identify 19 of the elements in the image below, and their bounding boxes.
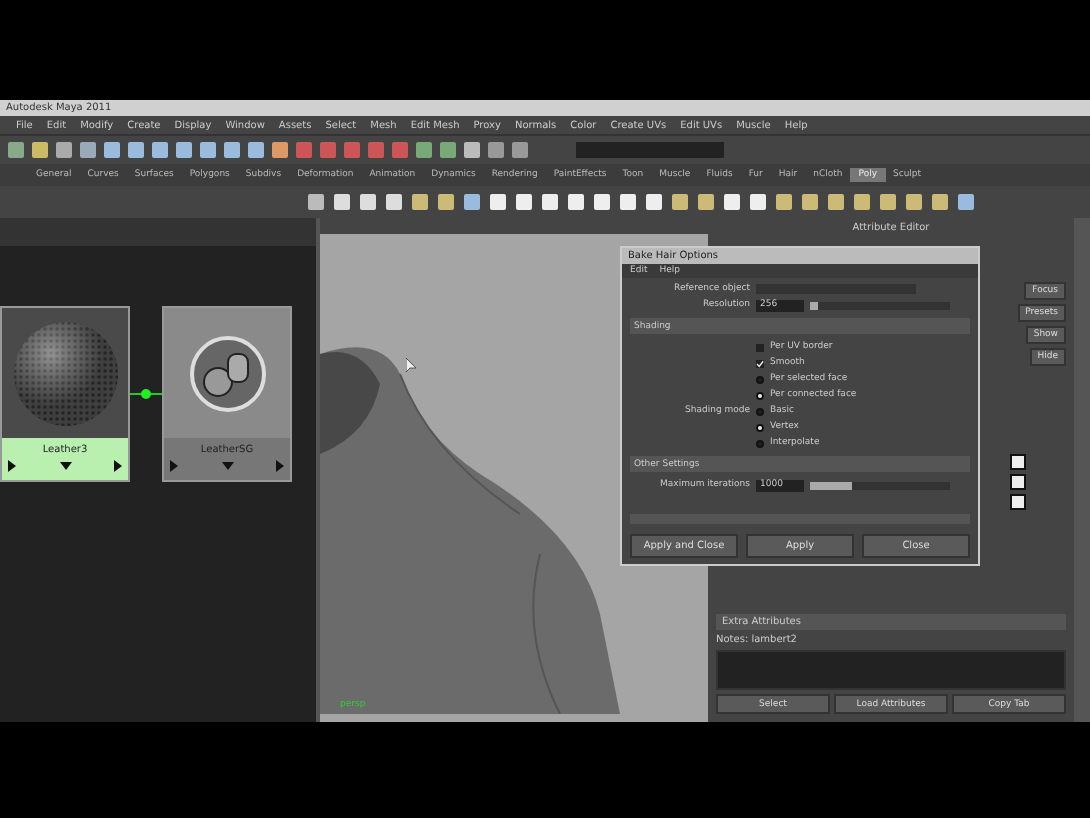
connection-line: [130, 388, 162, 400]
cursor-icon: [406, 358, 416, 372]
input-field[interactable]: [576, 142, 724, 158]
checkbox[interactable]: [1010, 474, 1026, 490]
radio-button[interactable]: [756, 407, 764, 415]
checkbox[interactable]: [1010, 454, 1026, 470]
radio-button[interactable]: [756, 391, 764, 399]
radio-button[interactable]: [756, 423, 764, 431]
notes-field[interactable]: [716, 650, 1066, 690]
radio-button[interactable]: [756, 439, 764, 447]
port-arrow-icon[interactable]: [59, 460, 71, 472]
port-arrow-icon[interactable]: [6, 460, 18, 472]
slider-track[interactable]: [810, 481, 950, 489]
shading-group-icon: [187, 333, 267, 413]
sphere-swatch-icon: [11, 319, 119, 427]
checkbox[interactable]: [1010, 494, 1026, 510]
radio-button[interactable]: [756, 375, 764, 383]
port-arrow-icon[interactable]: [112, 460, 124, 472]
checkbox[interactable]: [756, 343, 764, 351]
